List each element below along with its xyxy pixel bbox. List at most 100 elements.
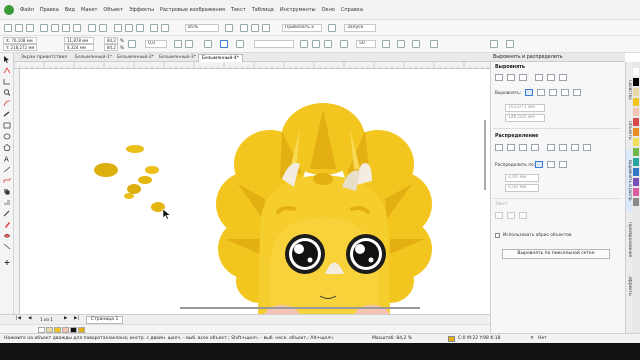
align-to-point-icon[interactable]: [573, 89, 581, 96]
align-to-page-center-icon[interactable]: [549, 89, 557, 96]
parallel-dimension-icon[interactable]: [3, 166, 11, 173]
import-icon[interactable]: [125, 24, 133, 32]
palette-swatch[interactable]: [633, 98, 639, 106]
align-to-active-objects-icon[interactable]: [525, 89, 533, 96]
paste-icon[interactable]: [73, 24, 81, 32]
outline-size-field[interactable]: 50: [356, 40, 376, 48]
align-y-field[interactable]: 146,505 мм: [505, 114, 545, 122]
combine-icon[interactable]: [236, 40, 244, 48]
distribute-center-v-icon[interactable]: [559, 144, 567, 151]
publish-pdf-icon[interactable]: [150, 24, 158, 32]
align-left-icon[interactable]: [495, 74, 503, 81]
menu-help[interactable]: Справка: [341, 7, 363, 13]
palette-swatch[interactable]: [633, 158, 639, 166]
drop-shadow-icon[interactable]: [3, 188, 11, 195]
end-arrow-icon[interactable]: [324, 40, 332, 48]
print-icon[interactable]: [40, 24, 48, 32]
smart-fill-icon[interactable]: [3, 232, 11, 239]
app-launcher-icon[interactable]: [161, 24, 169, 32]
line-style-icon[interactable]: [312, 40, 320, 48]
vertical-scrollbar[interactable]: [484, 120, 486, 190]
menu-object[interactable]: Объект: [103, 7, 123, 13]
palette-swatch[interactable]: [633, 108, 639, 116]
height-field[interactable]: 8,324 мм: [64, 44, 94, 51]
tab-untitled-3[interactable]: Безымянный-3*: [156, 54, 199, 62]
menu-tools[interactable]: Инструменты: [280, 7, 316, 13]
prev-page-button[interactable]: ◀: [28, 316, 31, 321]
fill-color-swatch[interactable]: [448, 336, 455, 342]
transparency-icon[interactable]: [3, 199, 11, 206]
use-outline-checkbox[interactable]: [495, 233, 500, 238]
palette-swatch[interactable]: [633, 168, 639, 176]
ellipse-tool-icon[interactable]: [3, 133, 11, 140]
search-icon[interactable]: [114, 24, 122, 32]
rotation-angle-field[interactable]: 0,0: [145, 40, 167, 48]
drawing-canvas[interactable]: [20, 69, 490, 314]
tab-untitled-1[interactable]: Безымянный-1*: [72, 54, 115, 62]
next-page-button[interactable]: ▶: [64, 316, 67, 321]
y-position-field[interactable]: Y: 218,272 мм: [3, 44, 37, 51]
new-document-icon[interactable]: [4, 24, 12, 32]
outline-width-dropdown[interactable]: [254, 40, 294, 48]
freehand-tool-icon[interactable]: [3, 100, 11, 107]
distribute-top-icon[interactable]: [547, 144, 555, 151]
options-gear-icon[interactable]: [328, 24, 336, 32]
undo-icon[interactable]: [88, 24, 96, 32]
export-icon[interactable]: [136, 24, 144, 32]
crop-tool-icon[interactable]: [3, 78, 11, 85]
menu-text[interactable]: Текст: [231, 7, 246, 13]
palette-swatch[interactable]: [633, 128, 639, 136]
group-icon[interactable]: [204, 40, 212, 48]
palette-swatch[interactable]: [633, 68, 639, 76]
palette-swatch[interactable]: [633, 198, 639, 206]
pick-tool-icon[interactable]: [3, 56, 11, 63]
align-to-page-edge-icon[interactable]: [537, 89, 545, 96]
distribute-spacing-v-icon[interactable]: [571, 144, 579, 151]
palette-swatch[interactable]: [633, 148, 639, 156]
to-back-icon[interactable]: [397, 40, 405, 48]
distribute-bottom-icon[interactable]: [583, 144, 591, 151]
snap-to-dropdown[interactable]: Привязать к: [282, 24, 322, 32]
scale-height-field[interactable]: 84,2: [104, 44, 118, 51]
connector-tool-icon[interactable]: [3, 177, 11, 184]
spacing-v-field[interactable]: 0,00 мм: [505, 184, 539, 192]
horizontal-ruler[interactable]: [14, 62, 490, 69]
add-icon[interactable]: [506, 40, 514, 48]
zoom-tool-icon[interactable]: [3, 89, 11, 96]
distribute-left-icon[interactable]: [495, 144, 503, 151]
polygon-tool-icon[interactable]: [3, 144, 11, 151]
tab-untitled-2[interactable]: Безымянный-2*: [114, 54, 157, 62]
text-align-baseline-icon[interactable]: [519, 212, 527, 219]
menu-effects[interactable]: Эффекты: [129, 7, 154, 13]
ungroup-icon[interactable]: [220, 40, 228, 48]
eyedropper-icon[interactable]: [3, 210, 11, 217]
interactive-fill-icon[interactable]: [3, 221, 11, 228]
rulers-icon[interactable]: [240, 24, 248, 32]
align-right-icon[interactable]: [519, 74, 527, 81]
text-tool-icon[interactable]: A: [3, 155, 11, 164]
redo-icon[interactable]: [99, 24, 107, 32]
zoom-level-field[interactable]: 85%: [185, 24, 219, 32]
distribute-spacing-h-icon[interactable]: [519, 144, 527, 151]
distribute-to-selection-icon[interactable]: [535, 161, 543, 168]
distribute-by-spacing-icon[interactable]: [559, 161, 567, 168]
shape-tool-icon[interactable]: [3, 67, 11, 74]
palette-swatch[interactable]: [633, 178, 639, 186]
palette-swatch[interactable]: [633, 88, 639, 96]
first-page-button[interactable]: |◀: [16, 316, 21, 321]
menu-bitmaps[interactable]: Растровые изображения: [160, 7, 225, 13]
distribute-right-icon[interactable]: [531, 144, 539, 151]
align-x-field[interactable]: 103,071 мм: [505, 104, 545, 112]
save-icon[interactable]: [26, 24, 34, 32]
distribute-center-h-icon[interactable]: [507, 144, 515, 151]
menu-window[interactable]: Окно: [322, 7, 335, 13]
page-tab[interactable]: Страница 1: [86, 316, 124, 324]
start-arrow-icon[interactable]: [300, 40, 308, 48]
palette-swatch[interactable]: [633, 188, 639, 196]
launch-dropdown[interactable]: Запуск: [344, 24, 376, 32]
convert-to-curves-icon[interactable]: [412, 40, 420, 48]
add-tool-icon[interactable]: [3, 259, 11, 266]
menu-edit[interactable]: Правка: [40, 7, 59, 13]
align-bottom-icon[interactable]: [559, 74, 567, 81]
align-center-v-icon[interactable]: [547, 74, 555, 81]
